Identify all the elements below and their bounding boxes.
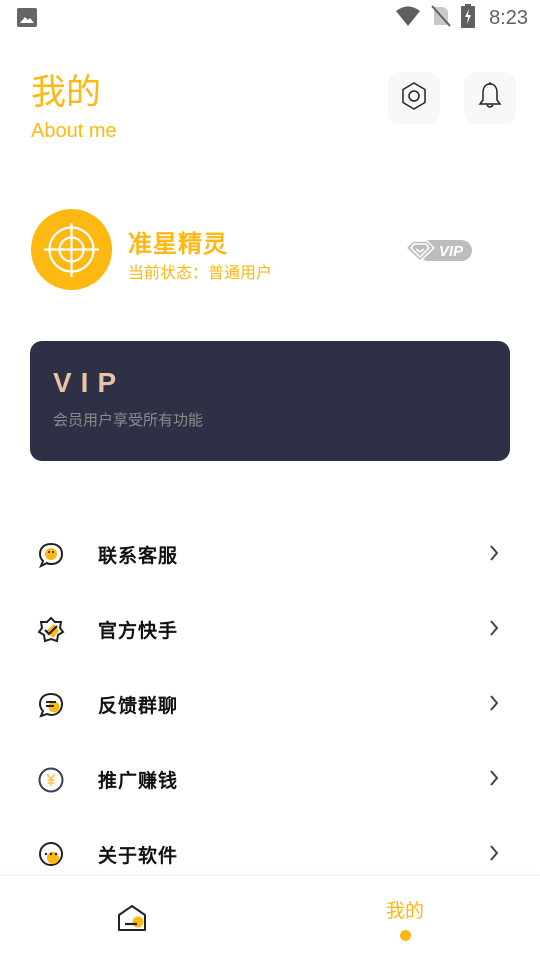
customer-service-icon bbox=[37, 541, 65, 569]
menu-item-label: 联系客服 bbox=[98, 545, 179, 567]
page-subtitle: About me bbox=[31, 120, 117, 142]
nav-tab-mine[interactable]: 我的 bbox=[270, 876, 540, 961]
page-title: 我的 bbox=[31, 73, 102, 113]
chevron-right-icon bbox=[487, 768, 501, 788]
vip-card-description: 会员用户享受所有功能 bbox=[53, 411, 204, 429]
bell-icon bbox=[477, 81, 503, 115]
menu-item-label: 反馈群聊 bbox=[98, 695, 179, 717]
settings-button[interactable] bbox=[388, 72, 440, 124]
settings-hexagon-icon bbox=[400, 81, 428, 115]
menu-item-official-kuaishou[interactable]: 官方快手 bbox=[0, 592, 540, 667]
chevron-right-icon bbox=[487, 843, 501, 863]
no-sim-icon bbox=[431, 5, 451, 31]
profile-name: 准星精灵 bbox=[128, 230, 228, 258]
nav-tab-label: 我的 bbox=[385, 900, 424, 922]
profile-status: 当前状态：普通用户 bbox=[128, 263, 273, 282]
chevron-right-icon bbox=[487, 693, 501, 713]
wifi-icon bbox=[395, 5, 421, 31]
image-icon bbox=[17, 8, 37, 27]
verified-badge-icon bbox=[37, 616, 65, 644]
menu-item-promote-earn[interactable]: 推广赚钱 bbox=[0, 742, 540, 817]
bottom-nav: 我的 bbox=[0, 875, 540, 961]
yuan-coin-icon bbox=[37, 766, 65, 794]
group-chat-icon bbox=[37, 691, 65, 719]
status-bar: 8:23 bbox=[0, 0, 540, 36]
menu-item-label: 推广赚钱 bbox=[98, 770, 179, 792]
menu-item-label: 官方快手 bbox=[98, 620, 179, 642]
about-chat-icon bbox=[37, 841, 65, 869]
vip-card[interactable]: VIP 会员用户享受所有功能 bbox=[30, 341, 510, 461]
vip-badge: VIP bbox=[404, 238, 472, 263]
menu-item-feedback-group[interactable]: 反馈群聊 bbox=[0, 667, 540, 742]
vip-card-title: VIP bbox=[53, 367, 126, 398]
menu-item-label: 关于软件 bbox=[98, 845, 179, 867]
chevron-right-icon bbox=[487, 618, 501, 638]
chevron-right-icon bbox=[487, 543, 501, 563]
active-indicator-dot bbox=[400, 930, 411, 941]
battery-charging-icon bbox=[461, 4, 476, 32]
nav-tab-home[interactable] bbox=[0, 876, 270, 961]
status-time: 8:23 bbox=[489, 6, 528, 29]
vip-badge-label: VIP bbox=[439, 243, 464, 260]
crosshair-icon bbox=[31, 223, 112, 294]
notification-button[interactable] bbox=[464, 72, 516, 124]
home-icon bbox=[116, 903, 148, 937]
avatar[interactable] bbox=[31, 209, 112, 290]
menu-item-contact-support[interactable]: 联系客服 bbox=[0, 517, 540, 592]
